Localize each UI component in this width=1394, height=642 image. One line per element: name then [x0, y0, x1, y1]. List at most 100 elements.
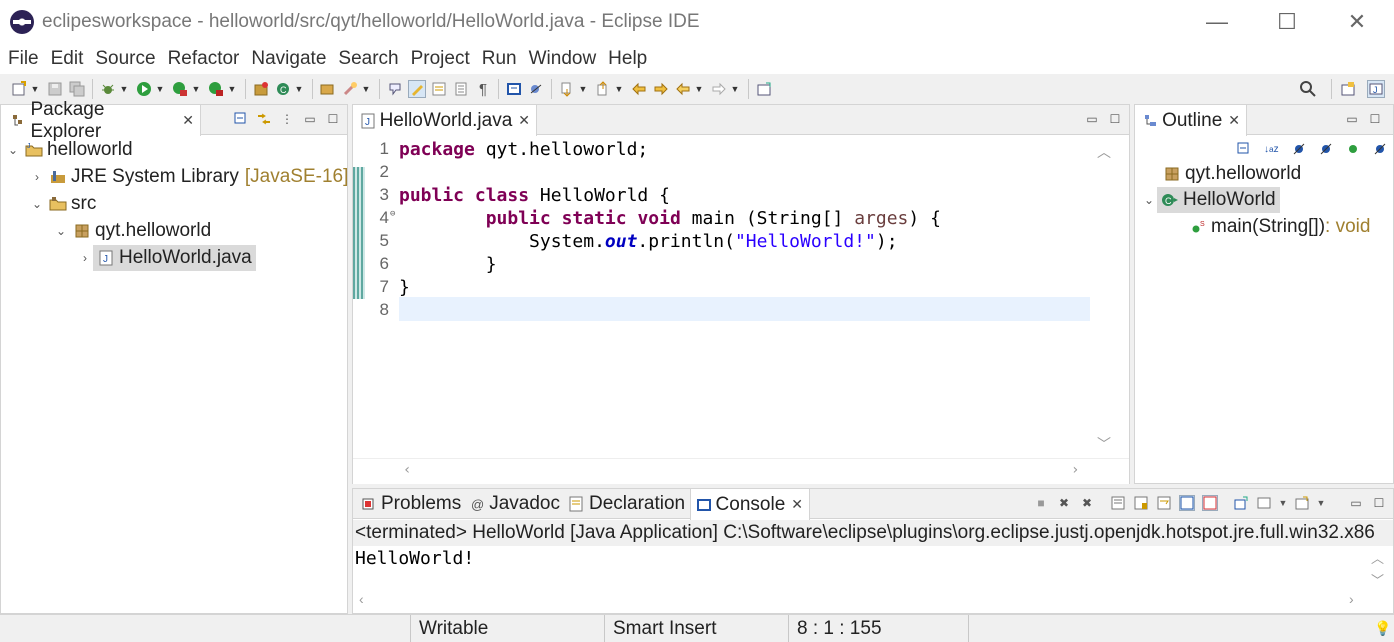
tab-package-explorer[interactable]: Package Explorer ✕	[1, 99, 201, 142]
tab-javadoc[interactable]: @ Javadoc	[465, 489, 566, 519]
close-tab-icon[interactable]: ✕	[791, 496, 803, 513]
show-on-stderr-icon[interactable]	[1202, 495, 1218, 511]
menu-navigate[interactable]: Navigate	[245, 48, 332, 70]
maximize-view-icon[interactable]: ☐	[1367, 111, 1383, 127]
back-icon[interactable]	[674, 80, 692, 98]
collapsed-chevron-icon[interactable]: ›	[77, 251, 93, 265]
remove-launch-icon[interactable]: ✖	[1056, 495, 1072, 511]
hide-fields-icon[interactable]	[1292, 140, 1306, 158]
word-wrap-icon[interactable]	[452, 80, 470, 98]
menu-source[interactable]: Source	[89, 48, 161, 70]
hide-local-types-icon[interactable]	[1373, 140, 1387, 158]
tab-declaration[interactable]: Declaration	[561, 489, 691, 519]
tab-problems[interactable]: Problems	[353, 489, 467, 519]
expanded-chevron-icon[interactable]: ⌄	[29, 197, 45, 211]
view-menu-icon[interactable]: ⋮	[279, 111, 295, 127]
scroll-right-icon[interactable]: ›	[1071, 462, 1079, 478]
next-annotation-dropdown-icon[interactable]: ▼	[578, 80, 588, 98]
open-console-icon[interactable]	[1294, 495, 1310, 511]
tree-item-package[interactable]: ⌄ qyt.helloworld	[53, 218, 211, 244]
save-all-icon[interactable]	[68, 80, 86, 98]
forward-dropdown-icon[interactable]: ▼	[730, 80, 740, 98]
code-editor[interactable]: 1 2 3 4 ⊖ 5 6 7 8 package qyt.helloworld…	[353, 136, 1129, 484]
back-dropdown-icon[interactable]: ▼	[694, 80, 704, 98]
close-tab-icon[interactable]: ✕	[1228, 112, 1240, 129]
expanded-chevron-icon[interactable]: ⌄	[5, 143, 21, 157]
hide-non-public-icon[interactable]	[1346, 140, 1360, 158]
sort-icon[interactable]: ↓ a z	[1264, 140, 1279, 158]
new-dropdown-icon[interactable]: ▼	[30, 80, 40, 98]
close-tab-icon[interactable]: ✕	[182, 112, 194, 129]
new-class-dropdown-icon[interactable]: ▼	[294, 80, 304, 98]
tree-item-file[interactable]: › J HelloWorld.java	[77, 245, 256, 271]
new-icon[interactable]	[10, 80, 28, 98]
previous-annotation-dropdown-icon[interactable]: ▼	[614, 80, 624, 98]
skip-breakpoints-icon[interactable]	[527, 80, 545, 98]
scroll-down-icon[interactable]: ﹀	[1097, 434, 1111, 454]
minimize-button[interactable]: —	[1182, 0, 1252, 44]
close-tab-icon[interactable]: ✕	[518, 112, 530, 129]
search-icon[interactable]	[1299, 80, 1317, 98]
scroll-right-icon[interactable]: ›	[1349, 591, 1354, 607]
forward-edit-icon[interactable]	[652, 80, 670, 98]
minimize-view-icon[interactable]: ▭	[1344, 111, 1360, 127]
debug-icon[interactable]	[99, 80, 117, 98]
java-perspective-icon[interactable]: J	[1367, 80, 1385, 98]
scroll-lock-icon[interactable]	[1133, 495, 1149, 511]
tree-item-project[interactable]: ⌄ J helloworld	[5, 137, 133, 163]
show-whitespace-icon[interactable]: ¶	[474, 80, 492, 98]
external-tools-icon[interactable]	[207, 80, 225, 98]
tree-item-src[interactable]: ⌄ src	[29, 191, 96, 217]
remove-all-launches-icon[interactable]: ✖	[1079, 495, 1095, 511]
menu-search[interactable]: Search	[332, 48, 404, 70]
open-console-dropdown-icon[interactable]: ▼	[1313, 495, 1329, 511]
minimize-view-icon[interactable]: ▭	[302, 111, 318, 127]
run-dropdown-icon[interactable]: ▼	[155, 80, 165, 98]
menu-file[interactable]: File	[0, 48, 45, 70]
tab-console[interactable]: Console ✕	[690, 489, 810, 520]
pin-console-icon[interactable]	[1233, 495, 1249, 511]
open-perspective-icon[interactable]	[1339, 80, 1357, 98]
coverage-dropdown-icon[interactable]: ▼	[191, 80, 201, 98]
link-with-editor-icon[interactable]	[256, 111, 272, 127]
maximize-view-icon[interactable]: ☐	[1107, 111, 1123, 127]
hide-static-icon[interactable]	[1319, 140, 1333, 158]
fold-collapse-icon[interactable]: ⊖	[390, 209, 395, 219]
horizontal-scrollbar[interactable]: ‹ ›	[353, 458, 1129, 484]
minimize-view-icon[interactable]: ▭	[1084, 111, 1100, 127]
close-button[interactable]: ✕	[1322, 0, 1392, 44]
forward-icon[interactable]	[710, 80, 728, 98]
outline-item-package[interactable]: qyt.helloworld	[1159, 161, 1301, 187]
menu-refactor[interactable]: Refactor	[162, 48, 246, 70]
tab-outline[interactable]: Outline ✕	[1135, 105, 1247, 136]
expanded-chevron-icon[interactable]: ⌄	[1141, 193, 1157, 207]
menu-edit[interactable]: Edit	[45, 48, 90, 70]
outline-item-method[interactable]: S main(String[]) : void	[1187, 214, 1370, 240]
display-console-icon[interactable]	[1256, 495, 1272, 511]
scroll-up-icon[interactable]: ︿	[1371, 548, 1384, 567]
search-tool-icon[interactable]	[341, 80, 359, 98]
toggle-breadcrumb-icon[interactable]	[386, 80, 404, 98]
new-class-icon[interactable]: C	[274, 80, 292, 98]
outline-item-class[interactable]: ⌄ C HelloWorld	[1141, 187, 1280, 213]
menu-run[interactable]: Run	[476, 48, 523, 70]
menu-project[interactable]: Project	[405, 48, 476, 70]
minimize-view-icon[interactable]: ▭	[1348, 495, 1364, 511]
pin-editor-icon[interactable]	[755, 80, 773, 98]
clear-console-icon[interactable]	[1110, 495, 1126, 511]
collapse-all-icon[interactable]	[1237, 140, 1251, 158]
collapsed-chevron-icon[interactable]: ›	[29, 170, 45, 184]
maximize-view-icon[interactable]: ☐	[325, 111, 341, 127]
scroll-left-icon[interactable]: ‹	[403, 462, 411, 478]
mark-occurrences-icon[interactable]	[408, 80, 426, 98]
word-wrap-icon[interactable]	[1156, 495, 1172, 511]
scroll-up-icon[interactable]: ︿	[1097, 142, 1111, 162]
task-icon[interactable]	[505, 80, 523, 98]
coverage-icon[interactable]	[171, 80, 189, 98]
show-on-stdout-icon[interactable]	[1179, 495, 1195, 511]
debug-dropdown-icon[interactable]: ▼	[119, 80, 129, 98]
search-dropdown-icon[interactable]: ▼	[361, 80, 371, 98]
run-icon[interactable]	[135, 80, 153, 98]
previous-annotation-icon[interactable]	[594, 80, 612, 98]
open-type-icon[interactable]	[319, 80, 337, 98]
